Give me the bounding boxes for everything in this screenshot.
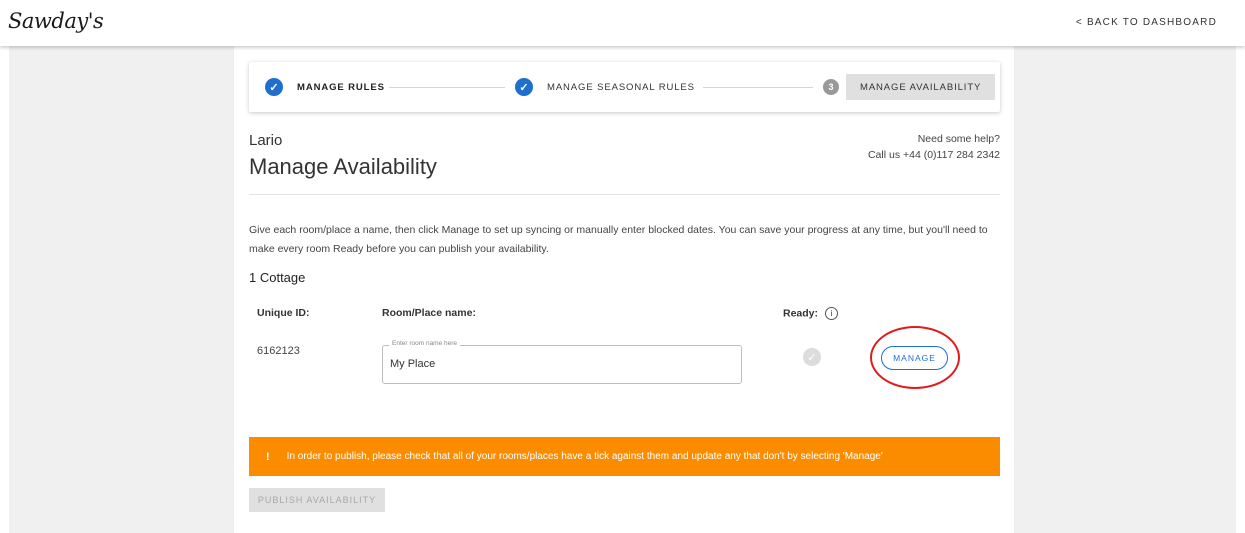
manage-button[interactable]: MANAGE (881, 346, 948, 370)
check-icon: ✓ (515, 78, 533, 96)
warning-icon: ! (266, 450, 270, 463)
unique-id-value: 6162123 (257, 345, 300, 357)
step-connector (703, 87, 813, 88)
step-connector (389, 87, 505, 88)
column-header-room-name: Room/Place name: (382, 307, 476, 319)
logo[interactable]: Sawday's (8, 9, 104, 33)
active-step-box: MANAGE AVAILABILITY (846, 74, 996, 100)
ready-check-icon: ✓ (803, 348, 821, 366)
intro-text: Give each room/place a name, then click … (249, 224, 988, 255)
step-label: MANAGE AVAILABILITY (860, 81, 982, 93)
back-to-dashboard-link[interactable]: < BACK TO DASHBOARD (1076, 17, 1217, 28)
room-name-input[interactable] (390, 358, 730, 370)
step-manage-rules[interactable]: ✓ MANAGE RULES (265, 62, 385, 112)
section-title: 1 Cottage (249, 270, 306, 285)
page-title: Manage Availability (249, 154, 437, 179)
room-name-field[interactable]: Enter room name here (382, 340, 742, 384)
help-contact: Need some help? Call us +44 (0)117 284 2… (868, 131, 1000, 163)
stepper: ✓ MANAGE RULES ✓ MANAGE SEASONAL RULES 3… (249, 62, 1000, 112)
step-label: MANAGE SEASONAL RULES (547, 81, 695, 93)
alert-text: In order to publish, please check that a… (286, 451, 883, 462)
room-name-field-label: Enter room name here (389, 340, 461, 347)
column-header-ready: Ready: i (783, 307, 838, 320)
help-phone: Call us +44 (0)117 284 2342 (867, 149, 1000, 161)
step-label: MANAGE RULES (297, 81, 385, 93)
ready-label: Ready: (783, 307, 819, 320)
column-header-unique-id: Unique ID: (257, 307, 310, 319)
help-heading: Need some help? (917, 133, 1000, 145)
publish-availability-button[interactable]: PUBLISH AVAILABILITY (249, 488, 385, 512)
divider (249, 194, 1000, 195)
publish-warning-alert: ! In order to publish, please check that… (249, 437, 1000, 476)
info-icon[interactable]: i (824, 307, 838, 320)
top-bar: Sawday's < BACK TO DASHBOARD (0, 0, 1245, 46)
property-name: Lario (249, 132, 283, 149)
check-icon: ✓ (265, 78, 283, 96)
step-manage-seasonal-rules[interactable]: ✓ MANAGE SEASONAL RULES (515, 62, 695, 112)
step-manage-availability[interactable]: 3 MANAGE AVAILABILITY (823, 62, 996, 112)
step-number: 3 (823, 79, 839, 95)
